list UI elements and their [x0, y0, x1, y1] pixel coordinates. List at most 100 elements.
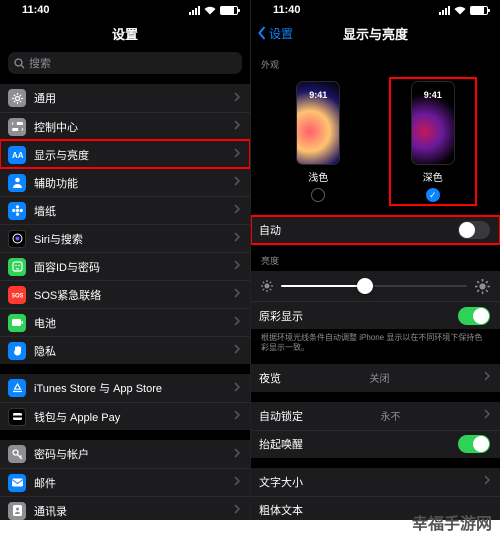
- row-appstore[interactable]: iTunes Store 与 App Store: [0, 374, 250, 402]
- chevron-icon: [234, 382, 240, 395]
- chevron-icon: [234, 316, 240, 329]
- row-battery[interactable]: 电池: [0, 308, 250, 336]
- autolock-value: 永不: [381, 408, 401, 423]
- chevron-icon: [234, 260, 240, 273]
- auto-toggle[interactable]: [458, 221, 490, 239]
- truetone-toggle[interactable]: [458, 307, 490, 325]
- display-brightness-pane: 11:40 设置 显示与亮度 外观 9:41 浅色: [250, 0, 500, 520]
- row-text-size[interactable]: 文字大小: [251, 468, 500, 496]
- row-autolock[interactable]: 自动锁定 永不: [251, 402, 500, 430]
- chevron-icon: [484, 475, 490, 488]
- status-bar: 11:40: [0, 0, 250, 18]
- row-switches[interactable]: 控制中心: [0, 112, 250, 140]
- row-label: iTunes Store 与 App Store: [34, 380, 162, 396]
- face-icon: [8, 258, 26, 276]
- chevron-icon: [234, 148, 240, 161]
- raise-toggle[interactable]: [458, 435, 490, 453]
- chevron-icon: [234, 176, 240, 189]
- signal-icon: [439, 6, 450, 15]
- page-title: 显示与亮度: [343, 24, 408, 43]
- section-appearance: 外观: [251, 48, 500, 75]
- row-person[interactable]: 辅助功能: [0, 168, 250, 196]
- textsize-label: 文字大小: [259, 474, 303, 490]
- brightness-slider-row: [251, 271, 500, 301]
- status-time: 11:40: [22, 4, 50, 16]
- row-label: 密码与帐户: [34, 446, 89, 462]
- dark-radio[interactable]: [426, 188, 440, 202]
- settings-pane: 11:40 设置 搜索 通用控制中心显示与亮度辅助功能墙纸 Siri与搜索面容ID…: [0, 0, 250, 520]
- appearance-picker: 9:41 浅色 9:41 深色: [251, 75, 500, 206]
- chevron-icon: [234, 344, 240, 357]
- row-label: 显示与亮度: [34, 147, 89, 163]
- dark-thumbnail: 9:41: [411, 81, 455, 165]
- row-aa[interactable]: 显示与亮度: [0, 140, 250, 168]
- sos-icon: [8, 286, 26, 304]
- row-label: 通讯录: [34, 503, 67, 519]
- row-raise-to-wake[interactable]: 抬起唤醒: [251, 430, 500, 458]
- raise-label: 抬起唤醒: [259, 436, 303, 452]
- mail-icon: [8, 474, 26, 492]
- nav-header: 设置: [0, 18, 250, 48]
- light-radio[interactable]: [311, 188, 325, 202]
- sun-large-icon: [475, 279, 490, 294]
- row-contacts[interactable]: 通讯录: [0, 496, 250, 520]
- sun-small-icon: [261, 280, 273, 292]
- chevron-icon: [234, 120, 240, 133]
- nav-header: 设置 显示与亮度: [251, 18, 500, 48]
- gear-icon: [8, 89, 26, 107]
- page-title: 设置: [112, 24, 138, 43]
- row-label: 墙纸: [34, 203, 56, 219]
- row-siri[interactable]: Siri与搜索: [0, 224, 250, 252]
- back-button[interactable]: 设置: [257, 18, 293, 48]
- row-label: 面容ID与密码: [34, 259, 100, 275]
- search-field[interactable]: 搜索: [8, 52, 242, 74]
- back-label: 设置: [269, 25, 293, 42]
- battery-icon: [220, 6, 238, 15]
- appearance-light[interactable]: 9:41 浅色: [278, 81, 358, 202]
- search-placeholder: 搜索: [29, 55, 51, 71]
- appearance-dark[interactable]: 9:41 深色: [393, 81, 473, 202]
- chevron-icon: [234, 476, 240, 489]
- row-flower[interactable]: 墙纸: [0, 196, 250, 224]
- chevron-icon: [484, 371, 490, 384]
- contacts-icon: [8, 502, 26, 520]
- truetone-label: 原彩显示: [259, 308, 303, 324]
- bold-label: 粗体文本: [259, 502, 303, 518]
- wifi-icon: [204, 6, 216, 15]
- chevron-icon: [234, 410, 240, 423]
- row-sos[interactable]: SOS紧急联络: [0, 280, 250, 308]
- row-truetone[interactable]: 原彩显示: [251, 301, 500, 329]
- row-nightshift[interactable]: 夜览 关闭: [251, 364, 500, 392]
- hand-icon: [8, 342, 26, 360]
- battery-icon: [470, 6, 488, 15]
- section-brightness: 亮度: [251, 244, 500, 271]
- row-hand[interactable]: 隐私: [0, 336, 250, 364]
- row-label: SOS紧急联络: [34, 287, 101, 303]
- row-key[interactable]: 密码与帐户: [0, 440, 250, 468]
- row-label: Siri与搜索: [34, 231, 83, 247]
- row-gear[interactable]: 通用: [0, 84, 250, 112]
- row-wallet[interactable]: 钱包与 Apple Pay: [0, 402, 250, 430]
- row-label: 控制中心: [34, 119, 78, 135]
- switches-icon: [8, 118, 26, 136]
- brightness-slider[interactable]: [281, 285, 467, 287]
- wallet-icon: [8, 408, 26, 426]
- person-icon: [8, 174, 26, 192]
- signal-icon: [189, 6, 200, 15]
- row-face[interactable]: 面容ID与密码: [0, 252, 250, 280]
- wifi-icon: [454, 6, 466, 15]
- light-label: 浅色: [278, 169, 358, 184]
- chevron-icon: [234, 504, 240, 517]
- row-auto-appearance[interactable]: 自动: [251, 216, 500, 244]
- chevron-icon: [234, 232, 240, 245]
- row-label: 电池: [34, 315, 56, 331]
- light-thumbnail: 9:41: [296, 81, 340, 165]
- appstore-icon: [8, 379, 26, 397]
- row-mail[interactable]: 邮件: [0, 468, 250, 496]
- chevron-icon: [234, 204, 240, 217]
- row-label: 邮件: [34, 475, 56, 491]
- battery-icon: [8, 314, 26, 332]
- chevron-icon: [234, 448, 240, 461]
- row-label: 通用: [34, 90, 56, 106]
- chevron-icon: [234, 92, 240, 105]
